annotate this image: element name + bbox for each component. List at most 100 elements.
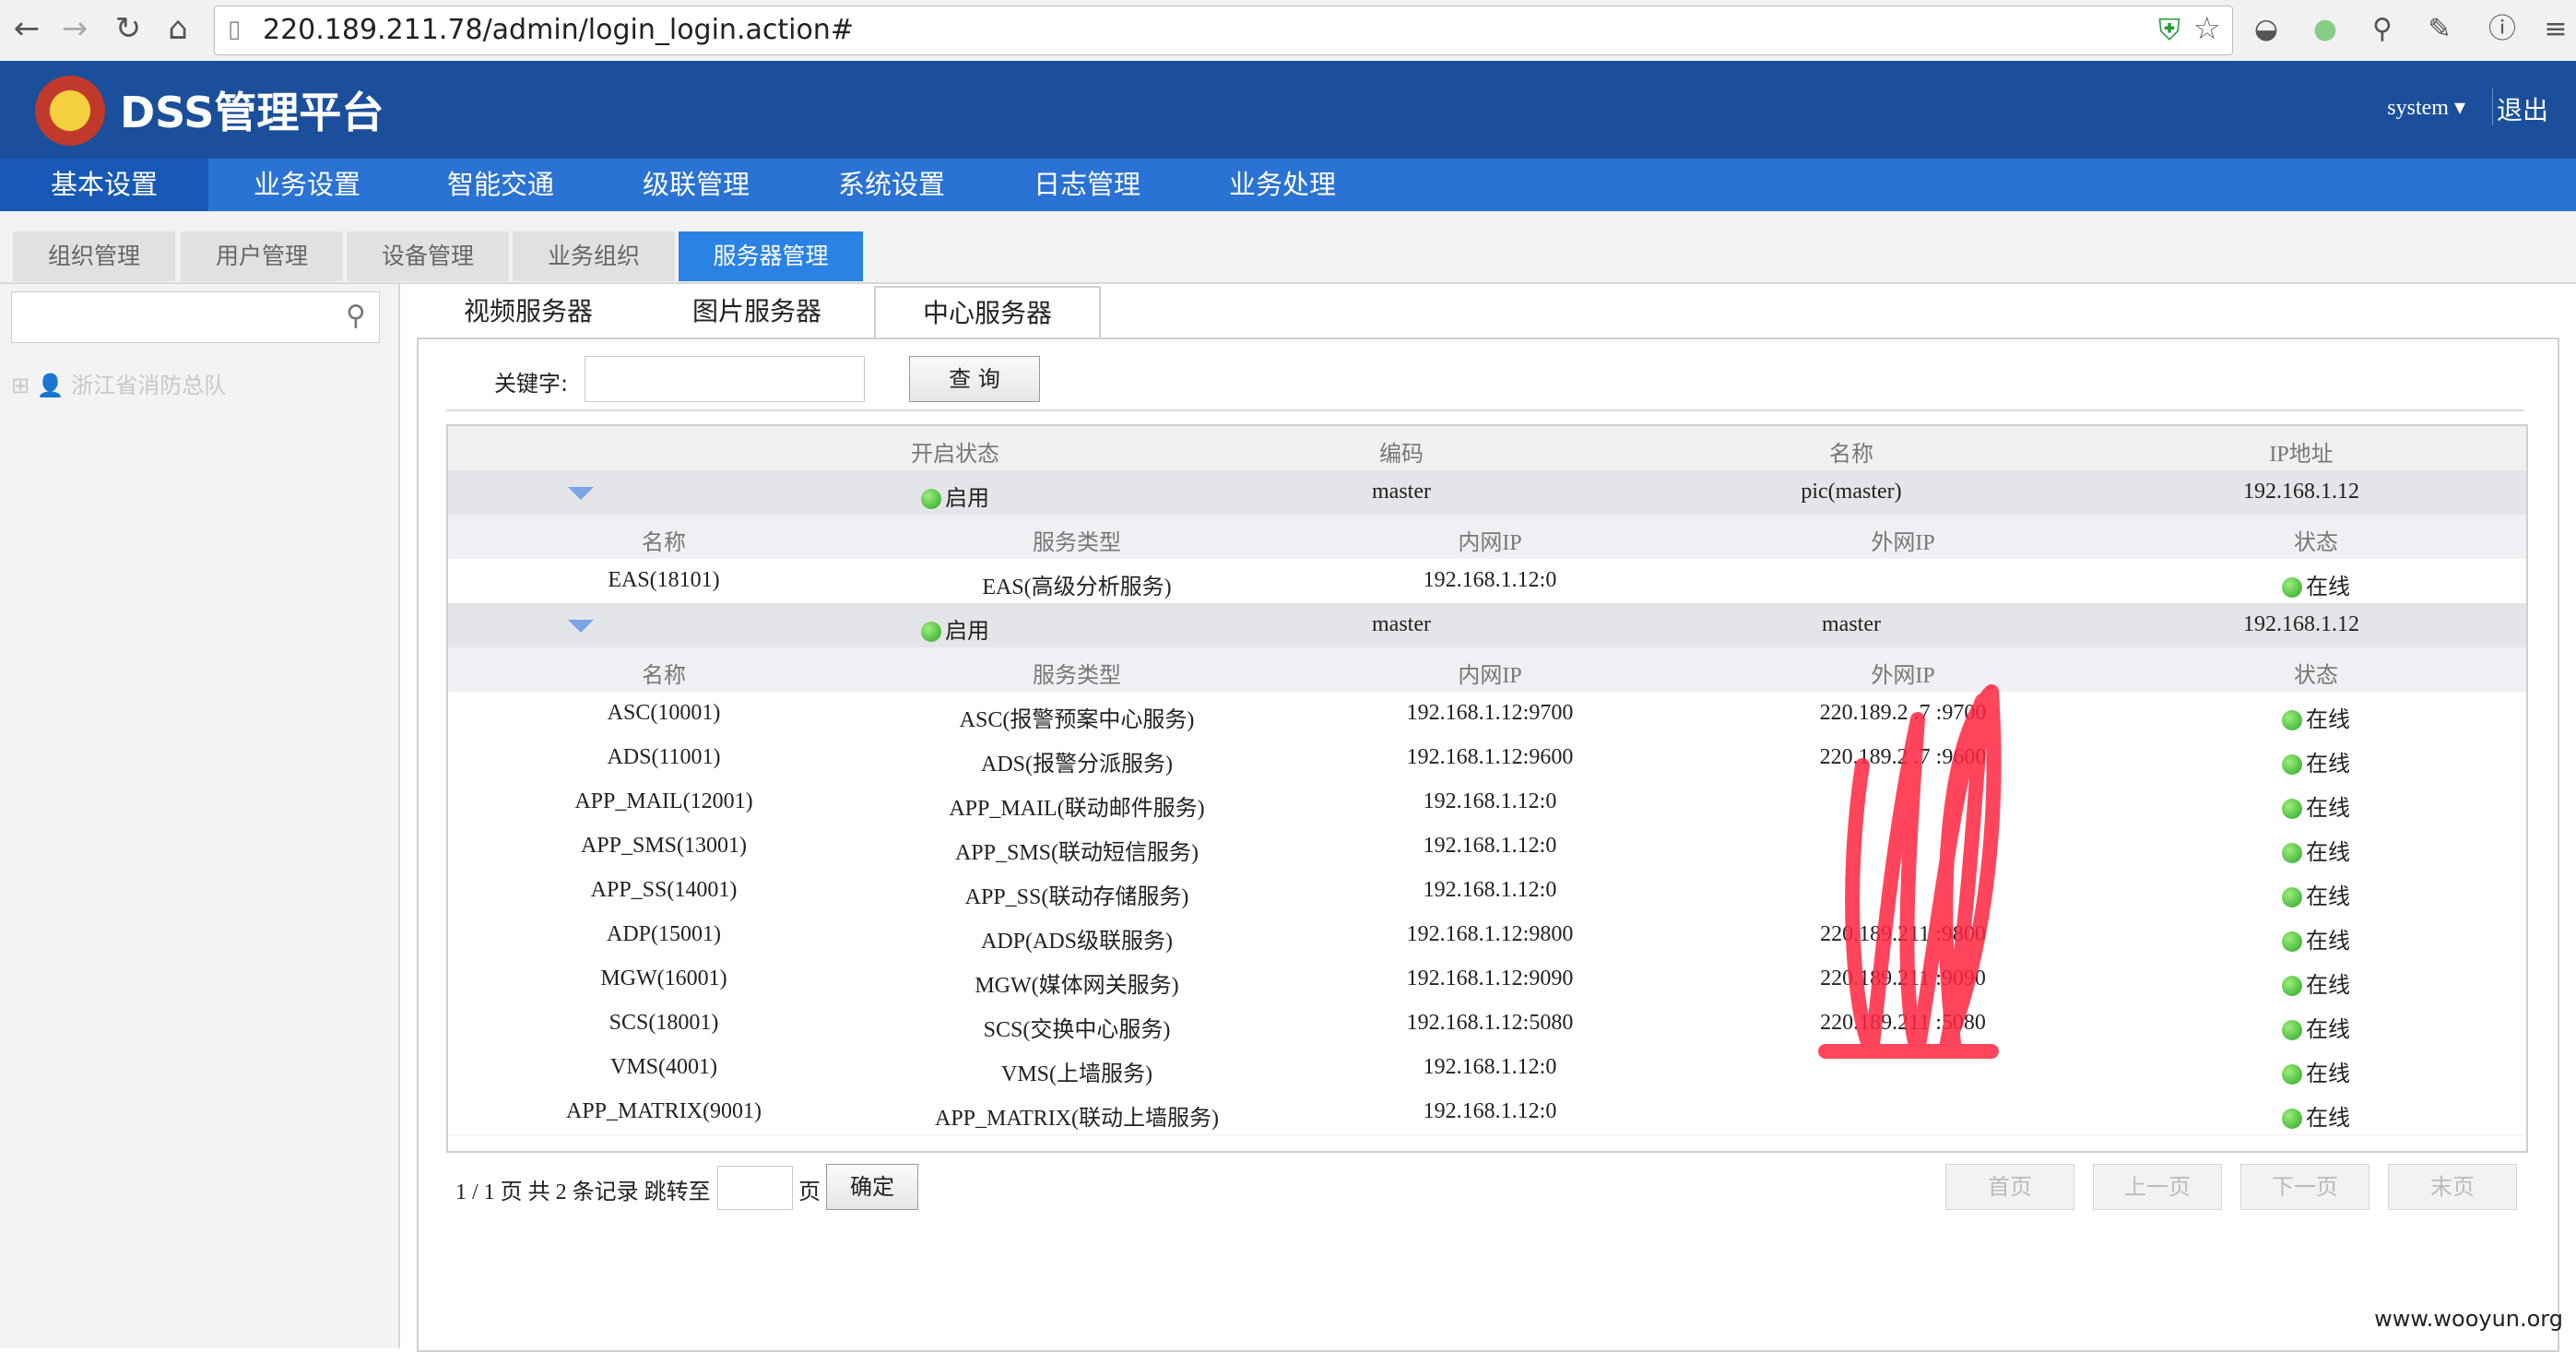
main-tab-business-processing[interactable]: 业务处理 — [1193, 159, 1372, 211]
prev-page-button[interactable]: 上一页 — [2093, 1164, 2222, 1210]
last-page-button[interactable]: 末页 — [2388, 1164, 2517, 1210]
caret-down-icon: ▾ — [2453, 96, 2465, 120]
group-status-text: 启用 — [945, 487, 989, 511]
header-divider — [2492, 89, 2493, 125]
service-lan-ip-cell: 192.168.1.12:0 — [1423, 1055, 1557, 1079]
mask-extension-icon[interactable]: ◒ — [2248, 11, 2285, 48]
inner-header-cell: 状态 — [2294, 664, 2338, 688]
tab-picture-server[interactable]: 图片服务器 — [662, 286, 852, 338]
sub-nav: 组织管理 用户管理 设备管理 业务组织 服务器管理 — [0, 211, 2576, 284]
first-page-button[interactable]: 首页 — [1945, 1164, 2074, 1210]
confirm-button[interactable]: 确定 — [826, 1164, 918, 1210]
shield-icon[interactable]: ⛨ — [2158, 12, 2180, 48]
online-dot-icon — [2282, 887, 2302, 907]
sub-tab-server-management[interactable]: 服务器管理 — [679, 231, 863, 281]
status-dot-icon — [921, 489, 941, 509]
left-panel: ⚲ ⊞ 👤 浙江省消防总队 — [0, 284, 400, 1348]
service-state-text: 在线 — [2306, 974, 2350, 998]
service-lan-ip-cell: 192.168.1.12:0 — [1423, 568, 1557, 592]
url-text: 220.189.211.78/admin/login_login.action# — [263, 14, 854, 46]
online-dot-icon — [2282, 1064, 2302, 1085]
browser-toolbar: ← → ↻ ⌂ ▯ 220.189.211.78/admin/login_log… — [0, 0, 2576, 62]
home-icon[interactable]: ⌂ — [157, 7, 199, 50]
query-button[interactable]: 查 询 — [909, 356, 1040, 402]
group-row[interactable]: 启用 master pic(master) 192.168.1.12 — [448, 470, 2526, 515]
service-state-cell: 在线 — [2039, 568, 2576, 600]
group-row[interactable]: 启用 master master 192.168.1.12 — [448, 603, 2526, 647]
collapse-arrow-icon[interactable] — [568, 487, 594, 500]
service-row[interactable]: SCS(18001) SCS(交换中心服务) 192.168.1.12:5080 22… — [448, 1002, 2526, 1047]
main-nav: 基本设置 业务设置 智能交通 级联管理 系统设置 日志管理 业务处理 — [0, 159, 2576, 211]
sub-tab-users[interactable]: 用户管理 — [181, 231, 343, 281]
inner-header-row: 名称 服务类型 内网IP 外网IP 状态 — [448, 647, 2526, 692]
service-state-cell: 在线 — [2039, 701, 2576, 733]
keyword-input[interactable] — [585, 356, 865, 402]
main-tab-basic-settings[interactable]: 基本设置 — [0, 159, 208, 211]
user-menu[interactable]: system ▾ — [2387, 94, 2465, 121]
service-row[interactable]: MGW(16001) MGW(媒体网关服务) 192.168.1.12:9090 22… — [448, 957, 2526, 1002]
service-state-cell: 在线 — [2039, 1011, 2576, 1043]
forward-icon[interactable]: → — [53, 7, 96, 50]
reload-icon[interactable]: ↻ — [107, 7, 149, 50]
service-row[interactable]: APP_MATRIX(9001) APP_MATRIX(联动上墙服务) 192.16… — [448, 1090, 2526, 1135]
lamp-extension-icon[interactable]: ⚲ — [2364, 11, 2401, 48]
inner-header-cell: 状态 — [2294, 531, 2338, 555]
sub-tab-business-org[interactable]: 业务组织 — [513, 231, 675, 281]
service-row[interactable]: APP_MAIL(12001) APP_MAIL(联动邮件服务) 192.168.1… — [448, 780, 2526, 825]
page-icon: ▯ — [228, 16, 242, 43]
main-tab-system-settings[interactable]: 系统设置 — [802, 159, 981, 211]
next-page-button[interactable]: 下一页 — [2240, 1164, 2369, 1210]
expand-icon[interactable]: ⊞ — [11, 373, 30, 398]
tab-center-server[interactable]: 中心服务器 — [874, 286, 1101, 341]
tab-video-server[interactable]: 视频服务器 — [433, 286, 623, 338]
service-row[interactable]: VMS(4001) VMS(上墙服务) 192.168.1.12:0 在线 — [448, 1046, 2526, 1091]
service-state-text: 在线 — [2306, 885, 2350, 909]
service-row[interactable]: APP_SS(14001) APP_SS(联动存储服务) 192.168.1.12:… — [448, 869, 2526, 914]
main-tab-business-settings[interactable]: 业务设置 — [218, 159, 396, 211]
divider — [446, 409, 2524, 411]
service-state-text: 在线 — [2306, 841, 2350, 865]
service-state-text: 在线 — [2306, 575, 2350, 599]
sub-tab-devices[interactable]: 设备管理 — [347, 231, 509, 281]
group-status-text: 启用 — [945, 620, 989, 644]
status-dot-icon — [921, 622, 941, 642]
service-row[interactable]: ASC(10001) ASC(报警预案中心服务) 192.168.1.12:9700… — [448, 692, 2526, 737]
back-icon[interactable]: ← — [6, 7, 48, 50]
service-lan-ip-cell: 192.168.1.12:0 — [1423, 789, 1557, 813]
user-name: system — [2387, 96, 2449, 120]
tree-node-label: 浙江省消防总队 — [71, 373, 227, 398]
sub-tab-org[interactable]: 组织管理 — [13, 231, 175, 281]
evernote-icon[interactable]: ✎ — [2421, 11, 2458, 48]
service-row[interactable]: EAS(18101) EAS(高级分析服务) 192.168.1.12:0 在线 — [448, 559, 2526, 604]
app-header: DSS管理平台 system ▾ 退出 — [0, 61, 2576, 159]
page-jump-input[interactable] — [717, 1166, 793, 1210]
bookmark-star-icon[interactable]: ☆ — [2193, 10, 2221, 47]
outer-header-cell: IP地址 — [2269, 443, 2334, 467]
service-state-text: 在线 — [2306, 1107, 2350, 1131]
service-state-cell: 在线 — [2039, 967, 2576, 999]
address-bar[interactable]: ▯ 220.189.211.78/admin/login_login.actio… — [214, 6, 2233, 55]
inner-header-row: 名称 服务类型 内网IP 外网IP 状态 — [448, 515, 2526, 559]
main-tab-cascade[interactable]: 级联管理 — [607, 159, 786, 211]
tree-node[interactable]: ⊞ 👤 浙江省消防总队 — [11, 367, 226, 399]
service-state-cell: 在线 — [2039, 1055, 2576, 1087]
app-title: DSS管理平台 — [120, 88, 384, 137]
service-state-text: 在线 — [2306, 1018, 2350, 1042]
main-tab-log[interactable]: 日志管理 — [998, 159, 1176, 211]
menu-icon[interactable]: ≡ — [2537, 11, 2574, 48]
collapse-arrow-icon[interactable] — [568, 620, 594, 633]
tree-search-input[interactable]: ⚲ — [11, 291, 380, 343]
service-row[interactable]: ADS(11001) ADS(报警分派服务) 192.168.1.12:9600 22… — [448, 736, 2526, 781]
online-dot-icon — [2282, 1109, 2302, 1129]
logout-link[interactable]: 退出 — [2497, 90, 2548, 127]
service-row[interactable]: ADP(15001) ADP(ADS级联服务) 192.168.1.12:9800 2… — [448, 913, 2526, 958]
search-icon[interactable]: ⚲ — [346, 300, 366, 332]
service-state-cell: 在线 — [2039, 1099, 2576, 1132]
circle-extension-icon[interactable]: ● — [2307, 11, 2344, 48]
group-ip-cell: 192.168.1.12 — [2243, 480, 2359, 504]
police-emblem-logo — [35, 76, 105, 146]
service-row[interactable]: APP_SMS(13001) APP_SMS(联动短信服务) 192.168.1.1… — [448, 824, 2526, 870]
main-tab-smart-traffic[interactable]: 智能交通 — [411, 159, 590, 211]
info-icon[interactable]: ⓘ — [2484, 11, 2521, 48]
service-state-text: 在线 — [2306, 930, 2350, 954]
